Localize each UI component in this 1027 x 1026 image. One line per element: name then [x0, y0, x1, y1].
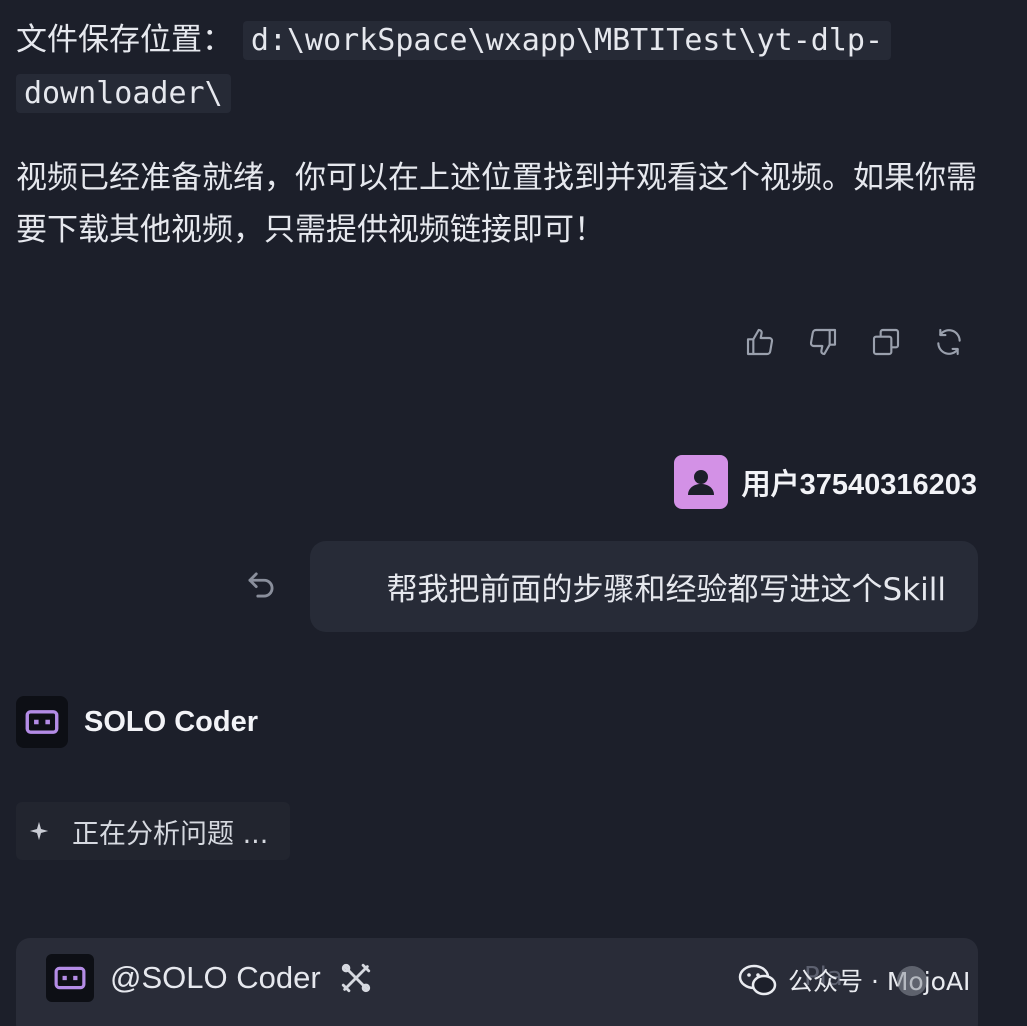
robot-icon: [25, 710, 59, 734]
user-silhouette-icon: [687, 470, 714, 495]
watermark: 公众号 · MojoAI: [738, 962, 970, 998]
undo-icon[interactable]: [242, 566, 280, 604]
file-location-label: 文件保存位置：: [16, 22, 233, 58]
mention-agent-avatar: [46, 954, 94, 1002]
thinking-status: 正在分析问题 ...: [16, 802, 290, 860]
tools-icon[interactable]: [339, 961, 373, 995]
user-message-bubble: 帮我把前面的步骤和经验都写进这个Skill: [310, 541, 978, 632]
input-mention-row: @SOLO Coder: [46, 954, 373, 1002]
thumbs-up-icon[interactable]: [742, 324, 778, 360]
thinking-status-text: 正在分析问题 ...: [72, 818, 269, 850]
assistant-message-text: 视频已经准备就绪，你可以在上述位置找到并观看这个视频。如果你需要下载其他视频，只…: [16, 160, 977, 248]
chat-panel: 文件保存位置： d:\workSpace\wxapp\MBTITest\yt-d…: [0, 0, 1027, 1026]
copy-icon[interactable]: [868, 324, 904, 360]
message-actions: [742, 324, 967, 360]
file-location-line: 文件保存位置： d:\workSpace\wxapp\MBTITest\yt-d…: [16, 14, 1006, 120]
thumbs-down-icon[interactable]: [805, 324, 841, 360]
sparkle-icon: [29, 821, 49, 841]
wechat-icon: [738, 964, 777, 996]
user-avatar: [673, 455, 728, 509]
watermark-text: 公众号 · MojoAI: [788, 967, 971, 996]
agent-avatar: [16, 696, 68, 748]
user-message-header: 用户37540316203: [673, 455, 977, 509]
agent-mention[interactable]: @SOLO Coder: [110, 960, 321, 996]
agent-message-header: SOLO Coder: [16, 696, 258, 748]
faint-circle-avatar: [897, 966, 927, 996]
user-name: 用户37540316203: [741, 469, 977, 501]
user-message-text: 帮我把前面的步骤和经验都写进这个Skill: [386, 572, 946, 608]
agent-name: SOLO Coder: [84, 705, 259, 738]
robot-icon: [54, 966, 86, 990]
regenerate-icon[interactable]: [931, 324, 967, 360]
